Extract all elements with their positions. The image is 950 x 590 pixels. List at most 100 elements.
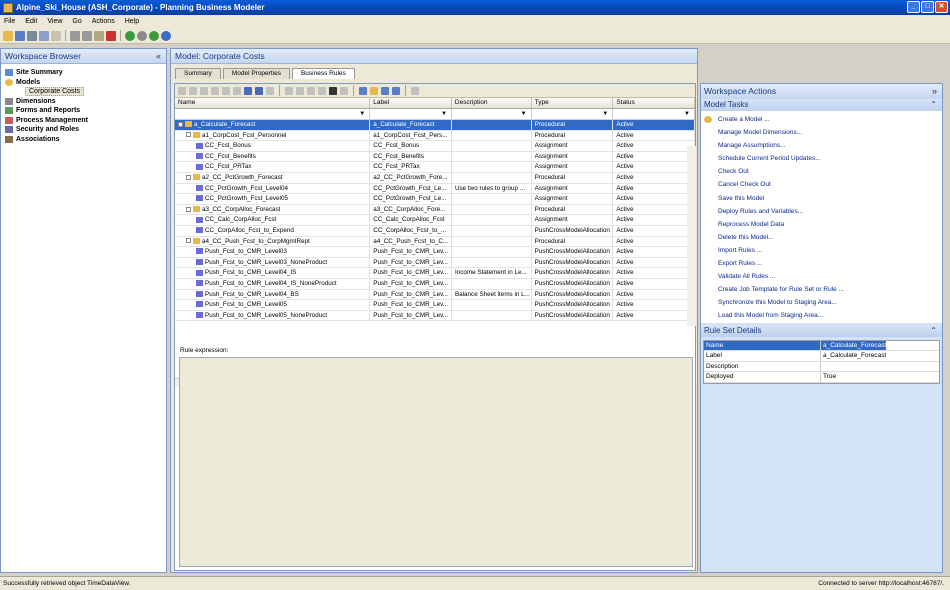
minimize-button[interactable]: _ xyxy=(907,1,920,13)
table-row[interactable]: CC_PctGrowth_Fcst_Level05 CC_PctGrowth_Fc… xyxy=(175,194,695,205)
details-row[interactable]: Deployed True xyxy=(704,372,939,383)
details-row[interactable]: Description xyxy=(704,361,939,373)
table-row[interactable]: Push_Fcst_to_CMR_Level04_IS Push_Fcst_to_… xyxy=(175,268,695,279)
filter-type[interactable]: ▼ xyxy=(532,109,614,119)
filter-icon[interactable]: ▼ xyxy=(441,110,449,118)
task-link[interactable]: Check Out xyxy=(701,165,942,178)
rename-icon[interactable] xyxy=(222,86,230,95)
nav-process-management[interactable]: Process Management xyxy=(5,116,166,126)
task-link[interactable]: Manage Assumptions... xyxy=(701,139,942,152)
options-icon[interactable] xyxy=(411,86,419,95)
expand-icon[interactable] xyxy=(186,238,191,244)
delete-rule-icon[interactable] xyxy=(211,86,219,95)
move-down-icon[interactable] xyxy=(318,86,326,95)
table-row[interactable]: Push_Fcst_to_CMR_Level05 Push_Fcst_to_CMR… xyxy=(175,300,695,311)
nav-associations[interactable]: Associations xyxy=(5,135,166,145)
menu-actions[interactable]: Actions xyxy=(92,18,115,25)
move-right-icon[interactable] xyxy=(296,86,304,95)
col-description[interactable]: Description xyxy=(452,98,532,108)
table-row[interactable]: Push_Fcst_to_CMR_Level03_NoneProduct Push… xyxy=(175,257,695,269)
task-link[interactable]: Create a Model ... xyxy=(701,113,942,126)
new-rule-icon[interactable] xyxy=(178,86,186,95)
nav-security-roles[interactable]: Security and Roles xyxy=(5,125,166,135)
properties-icon[interactable] xyxy=(51,30,61,41)
tab-model-properties[interactable]: Model Properties xyxy=(222,68,290,79)
task-link[interactable]: Load this Model from Staging Area... xyxy=(701,309,942,322)
details-row[interactable]: Name a_Calculate_Forecast xyxy=(704,340,939,352)
show-expression-icon[interactable] xyxy=(392,86,400,95)
task-link[interactable]: Validate All Rules ... xyxy=(701,270,942,283)
table-row[interactable]: Push_Fcst_to_CMR_Level04_IS_NoneProduct P… xyxy=(175,278,695,290)
filter-icon[interactable]: ▼ xyxy=(521,110,529,118)
filter-description[interactable]: ▼ xyxy=(452,109,532,119)
filter-icon[interactable]: ▼ xyxy=(602,110,610,118)
filter-icon[interactable] xyxy=(329,86,337,95)
new-rule-set-icon[interactable] xyxy=(189,86,197,95)
task-link[interactable]: Manage Model Dimensions... xyxy=(701,126,942,139)
details-row[interactable]: Label a_Calculate_Forecast xyxy=(704,351,939,362)
task-link[interactable]: Cancel Check Out xyxy=(701,178,942,191)
col-type[interactable]: Type xyxy=(532,98,614,108)
table-row[interactable]: Push_Fcst_to_CMR_Level03 Push_Fcst_to_CMR… xyxy=(175,247,695,258)
open-icon[interactable] xyxy=(3,30,13,41)
table-row[interactable]: CC_PctGrowth_Fcst_Level04 CC_PctGrowth_Fc… xyxy=(175,183,695,195)
filter-name[interactable]: ▼ xyxy=(175,109,371,119)
expand-icon[interactable] xyxy=(186,206,191,212)
task-link[interactable]: Export Rules ... xyxy=(701,257,942,270)
collapse-details-icon[interactable]: ⌃ xyxy=(930,325,937,337)
validate-icon[interactable] xyxy=(244,86,252,95)
task-link[interactable]: Deploy Rules and Variables... xyxy=(701,205,942,218)
debug-icon[interactable] xyxy=(255,86,263,95)
collapse-all-icon[interactable] xyxy=(370,86,378,95)
stop-icon[interactable] xyxy=(137,30,147,41)
close-button[interactable]: ✕ xyxy=(935,1,948,13)
save-icon[interactable] xyxy=(15,30,25,41)
task-link[interactable]: Import Rules ... xyxy=(701,244,942,257)
menu-view[interactable]: View xyxy=(47,18,62,25)
grid-vertical-scrollbar[interactable] xyxy=(687,146,696,326)
col-name[interactable]: Name xyxy=(175,98,371,108)
table-row[interactable]: CC_Fcst_Benefits CC_Fcst_Benefits Assignme… xyxy=(175,151,695,163)
nav-forms-reports[interactable]: Forms and Reports xyxy=(5,106,166,116)
task-link[interactable]: Save this Model xyxy=(701,192,942,205)
delete-icon[interactable] xyxy=(106,30,116,41)
help-icon[interactable] xyxy=(161,30,171,41)
expand-right-icon[interactable]: » xyxy=(932,84,937,99)
filter-status[interactable]: ▼ xyxy=(613,109,695,119)
refresh-icon[interactable] xyxy=(39,30,49,41)
table-row[interactable]: CC_Calc_CorpAlloc_Fcst CC_Calc_CorpAlloc_… xyxy=(175,215,695,226)
nav-corporate-costs[interactable]: Corporate Costs xyxy=(5,87,166,97)
filter-icon[interactable]: ▼ xyxy=(684,110,692,118)
nav-models[interactable]: Models xyxy=(5,78,166,88)
table-row[interactable]: CC_Fcst_PRTax CC_Fcst_PRTax Assignment Acti… xyxy=(175,162,695,173)
task-link[interactable]: Create Job Template for Rule Set or Rule… xyxy=(701,283,942,296)
table-row[interactable]: a2_CC_PctGrowth_Forecast a2_CC_PctGrowth_… xyxy=(175,172,695,184)
task-link[interactable]: Schedule Current Period Updates... xyxy=(701,152,942,165)
edit-icon[interactable] xyxy=(200,86,208,95)
check-in-icon[interactable] xyxy=(125,30,135,41)
task-link[interactable]: Synchronize this Model to Staging Area..… xyxy=(701,296,942,309)
table-row[interactable]: a4_CC_Push_Fcst_to_CorpMgmtRept a4_CC_Pus… xyxy=(175,236,695,248)
task-link[interactable]: Delete this Model... xyxy=(701,231,942,244)
col-label[interactable]: Label xyxy=(370,98,452,108)
show-details-icon[interactable] xyxy=(381,86,389,95)
menu-edit[interactable]: Edit xyxy=(25,18,37,25)
copy-rule-icon[interactable] xyxy=(233,86,241,95)
sync-icon[interactable] xyxy=(149,30,159,41)
task-link[interactable]: Reprocess Model Data xyxy=(701,218,942,231)
paste-icon[interactable] xyxy=(94,30,104,41)
move-up-icon[interactable] xyxy=(307,86,315,95)
table-row[interactable]: a3_CC_CorpAlloc_Forecast a3_CC_CorpAlloc_… xyxy=(175,204,695,216)
menu-go[interactable]: Go xyxy=(72,18,81,25)
tab-business-rules[interactable]: Business Rules xyxy=(291,68,355,79)
table-row[interactable]: Push_Fcst_to_CMR_Level05_NoneProduct Push… xyxy=(175,310,695,322)
nav-site-summary[interactable]: Site Summary xyxy=(5,68,166,78)
expand-icon[interactable] xyxy=(178,121,183,127)
table-row[interactable]: a1_CorpCost_Fcst_Personnel a1_CorpCost_Fc… xyxy=(175,130,695,142)
filter-icon[interactable]: ▼ xyxy=(359,110,367,118)
expand-icon[interactable] xyxy=(186,132,191,138)
move-left-icon[interactable] xyxy=(285,86,293,95)
maximize-button[interactable]: □ xyxy=(921,1,934,13)
cut-icon[interactable] xyxy=(70,30,80,41)
print-icon[interactable] xyxy=(27,30,37,41)
